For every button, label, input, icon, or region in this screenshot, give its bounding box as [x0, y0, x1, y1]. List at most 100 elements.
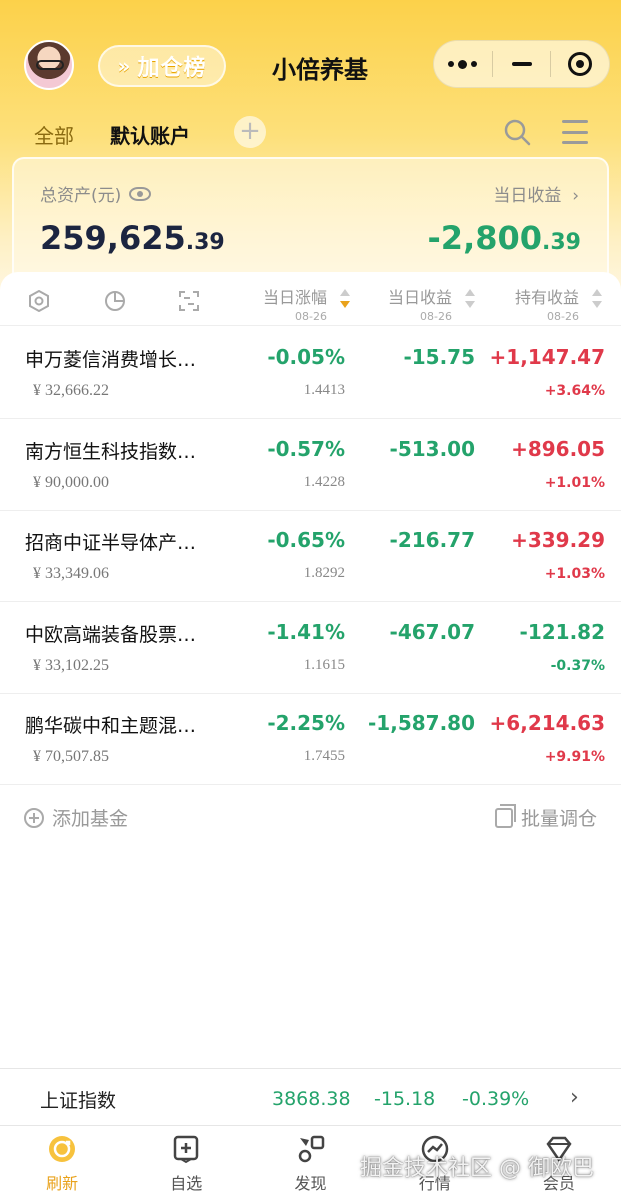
- fund-nav: 1.4413: [303, 382, 345, 398]
- fund-amount: ¥ 90,000.00: [33, 473, 109, 491]
- hexagon-settings-icon[interactable]: [28, 290, 50, 312]
- fund-name: 申万菱信消费增长…: [25, 349, 197, 371]
- daily-profit-int: -2,800: [427, 219, 543, 257]
- table-row[interactable]: 申万菱信消费增长… ¥ 32,666.22 -0.05% 1.4413 -15.75 +1…: [0, 327, 621, 419]
- tab-default-account[interactable]: 默认账户: [110, 120, 190, 149]
- total-assets-value: 259,625.39: [40, 219, 225, 257]
- refresh-icon: [49, 1136, 76, 1162]
- copy-icon: [494, 803, 516, 828]
- add-account-button[interactable]: +: [234, 116, 266, 148]
- pie-chart-icon[interactable]: [104, 290, 126, 312]
- nav-refresh[interactable]: 刷新: [0, 1126, 124, 1200]
- minimize-icon: [511, 62, 532, 66]
- header-daily-change-label: 当日涨幅: [262, 288, 327, 307]
- index-name: 上证指数: [40, 1090, 117, 1112]
- holding-profit: +339.29: [511, 528, 605, 552]
- daily-change: -2.25%: [267, 711, 345, 735]
- add-box-icon: [174, 1135, 199, 1164]
- double-chevron-right-icon: »: [117, 54, 132, 78]
- table-header: 当日涨幅 08-26 当日收益 08-26 持有收益 08-26: [0, 272, 621, 326]
- sort-icon: [339, 289, 351, 311]
- index-change: -15.18: [374, 1088, 436, 1110]
- scan-icon[interactable]: [178, 290, 200, 312]
- nav-refresh-label: 刷新: [46, 1174, 79, 1193]
- fund-amount: ¥ 33,102.25: [33, 656, 109, 674]
- menu-icon[interactable]: [562, 120, 588, 144]
- minimize-button[interactable]: [493, 41, 551, 87]
- holding-profit: +6,214.63: [489, 711, 605, 735]
- header-daily-profit-label: 当日收益: [387, 288, 452, 307]
- header-holding-profit[interactable]: 持有收益 08-26: [483, 284, 603, 323]
- eye-icon[interactable]: [129, 186, 152, 201]
- tab-all[interactable]: 全部: [34, 120, 74, 149]
- header-holding-profit-label: 持有收益: [514, 288, 579, 307]
- more-button[interactable]: [434, 41, 492, 87]
- fund-amount: ¥ 33,349.06: [33, 565, 109, 582]
- holding-percent: +1.01%: [544, 474, 605, 491]
- target-icon: [568, 52, 593, 76]
- table-row[interactable]: 中欧高端装备股票… ¥ 33,102.25 -1.41% 1.1615 -467.07 -…: [0, 602, 621, 694]
- batch-adjust-button[interactable]: 批量调仓: [494, 803, 597, 831]
- header-date: 08-26: [420, 310, 452, 323]
- add-fund-button[interactable]: 添加基金: [24, 804, 128, 831]
- holding-profit: -121.82: [519, 619, 605, 644]
- daily-profit: -467.07: [389, 619, 475, 644]
- holding-percent: +1.03%: [544, 566, 605, 582]
- batch-adjust-label: 批量调仓: [520, 808, 597, 830]
- header-daily-change[interactable]: 当日涨幅 08-26: [231, 284, 351, 323]
- leaderboard-button[interactable]: » 加仓榜: [98, 45, 226, 87]
- sort-icon: [464, 289, 476, 311]
- fund-table: 当日涨幅 08-26 当日收益 08-26 持有收益 08-26 申万菱信消费增…: [0, 272, 621, 1068]
- fund-name: 南方恒生科技指数…: [25, 440, 197, 463]
- fund-amount: ¥ 70,507.85: [33, 748, 109, 765]
- avatar-glasses: [36, 60, 64, 70]
- fund-name: 招商中证半导体产…: [25, 532, 197, 554]
- fund-name: 中欧高端装备股票…: [25, 623, 197, 646]
- total-assets-int: 259,625: [40, 219, 186, 257]
- discover-icon: [298, 1135, 324, 1163]
- fund-nav: 1.7455: [303, 748, 345, 764]
- leaderboard-label: 加仓榜: [137, 56, 207, 81]
- search-icon[interactable]: [503, 118, 531, 146]
- chevron-right-icon: ›: [566, 186, 579, 206]
- total-assets-label-text: 总资产(元): [40, 186, 122, 206]
- nav-discover-label: 发现: [294, 1174, 327, 1193]
- daily-change: -0.65%: [267, 528, 345, 552]
- daily-profit: -1,587.80: [368, 711, 475, 735]
- miniprogram-capsule: [433, 40, 610, 88]
- table-row[interactable]: 南方恒生科技指数… ¥ 90,000.00 -0.57% 1.4228 -513.00 +…: [0, 419, 621, 511]
- fund-nav: 1.8292: [303, 565, 345, 581]
- header-date: 08-26: [547, 310, 579, 323]
- fund-amount: ¥ 32,666.22: [33, 382, 109, 399]
- table-row[interactable]: 招商中证半导体产… ¥ 33,349.06 -0.65% 1.8292 -216.77 +…: [0, 510, 621, 602]
- table-row[interactable]: 鹏华碳中和主题混… ¥ 70,507.85 -2.25% 1.7455 -1,587.8…: [0, 693, 621, 785]
- add-fund-label: 添加基金: [52, 808, 129, 830]
- total-assets-label: 总资产(元): [40, 181, 152, 206]
- daily-change: -0.05%: [267, 345, 345, 369]
- daily-profit: -15.75: [403, 345, 475, 369]
- add-circle-icon: [24, 807, 44, 828]
- index-value: 3868.38: [272, 1088, 351, 1110]
- holding-percent: +3.64%: [544, 383, 605, 399]
- market-index-bar[interactable]: 上证指数 3868.38 -15.18 -0.39% ›: [0, 1068, 621, 1126]
- daily-profit: -513.00: [389, 436, 475, 461]
- fund-nav: 1.1615: [303, 656, 345, 673]
- account-tabs: 全部 默认账户 +: [0, 110, 621, 154]
- header-daily-profit[interactable]: 当日收益 08-26: [356, 284, 476, 323]
- daily-profit-dec: .39: [542, 230, 581, 255]
- app-title: 小倍养基: [272, 56, 368, 84]
- daily-profit-value: -2,800.39: [428, 219, 581, 257]
- holding-profit: +896.05: [511, 436, 605, 461]
- fund-name: 鹏华碳中和主题混…: [25, 715, 197, 737]
- nav-watchlist-label: 自选: [170, 1174, 203, 1193]
- close-miniprogram-button[interactable]: [551, 41, 609, 87]
- chevron-right-icon: ›: [570, 1085, 579, 1110]
- daily-profit-label-text: 当日收益: [493, 186, 562, 206]
- avatar[interactable]: [24, 40, 74, 90]
- sort-icon: [591, 289, 603, 311]
- header: » 加仓榜 小倍养基: [0, 0, 621, 120]
- daily-profit-label[interactable]: 当日收益 ›: [493, 181, 579, 206]
- index-percent: -0.39%: [462, 1088, 530, 1110]
- nav-watchlist[interactable]: 自选: [124, 1126, 248, 1200]
- nav-discover[interactable]: 发现: [248, 1126, 372, 1200]
